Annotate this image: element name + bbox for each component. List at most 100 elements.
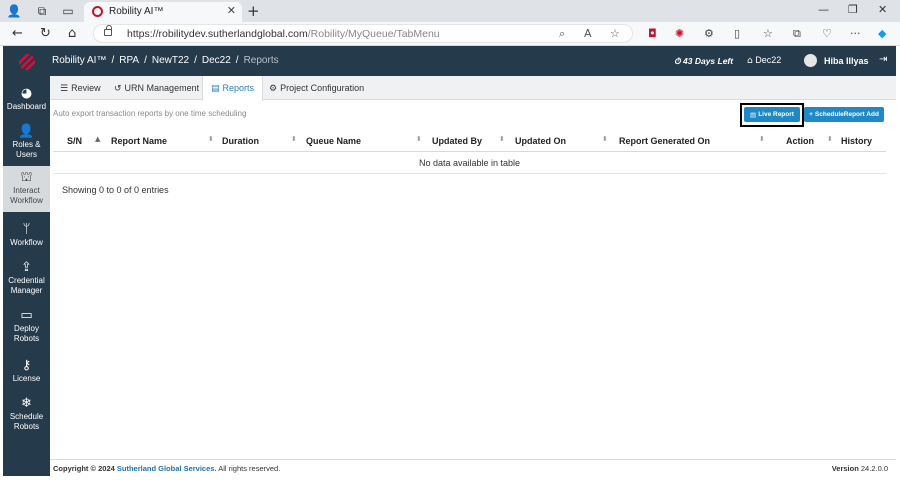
more-menu-icon[interactable]: ··· <box>850 27 861 40</box>
column-header-report-name[interactable]: Report Name <box>111 136 167 146</box>
lock-icon <box>104 25 112 36</box>
sidebar-item-label: Roles & Users <box>12 140 41 159</box>
clock-icon: ⏱ <box>674 57 681 67</box>
collections-icon[interactable]: ⧉ <box>793 27 801 41</box>
page-tabs: ☰ Review ↺ URN Management ▤ Reports ⚙ Projec… <box>50 76 896 101</box>
home-browser-icon[interactable]: ⌂ <box>68 26 76 41</box>
site-favicon-icon <box>92 6 103 17</box>
sidebar-item-workflow[interactable]: ᛘ Workflow <box>3 222 50 248</box>
zoom-icon[interactable]: ⌕ <box>559 27 565 41</box>
url-text: https://robilitydev.sutherlandglobal.com… <box>127 28 440 40</box>
tab-review[interactable]: ☰ Review <box>60 76 101 100</box>
breadcrumb-item[interactable]: NewT22 <box>152 55 189 66</box>
breadcrumb-current: Reports <box>243 55 279 66</box>
sidebar-item-label: Schedule Robots <box>9 412 44 431</box>
sort-icon[interactable]: ⬍ <box>208 135 214 143</box>
sort-icon[interactable]: ⬍ <box>602 135 608 143</box>
close-tab-icon[interactable]: ✕ <box>227 4 236 17</box>
upload-icon: ⇪ <box>21 260 32 275</box>
column-header-updated-on[interactable]: Updated On <box>515 136 566 146</box>
column-header-report-generated-on[interactable]: Report Generated On <box>619 136 710 146</box>
user-plus-icon: 👤 <box>18 124 35 139</box>
favorites-icon[interactable]: ☆ <box>763 27 773 40</box>
snowflake-icon: ❄ <box>21 396 32 411</box>
sidebar-item-license[interactable]: ⚷ License <box>3 358 50 384</box>
sort-icon[interactable]: ⬍ <box>291 135 297 143</box>
undo-icon: ↺ <box>114 84 122 94</box>
minimize-icon[interactable]: — <box>818 3 829 16</box>
home-project-link[interactable]: ⌂ Dec22 <box>747 55 781 66</box>
sort-icon[interactable]: ⬍ <box>416 135 422 143</box>
sidebar: ◕ Dashboard 👤 Roles & Users ⛫ Interact W… <box>3 46 50 476</box>
tab-project-configuration[interactable]: ⚙ Project Configuration <box>269 76 364 100</box>
sort-icon[interactable]: ⬍ <box>827 135 833 143</box>
tab-urn-management[interactable]: ↺ URN Management <box>114 76 199 100</box>
robility-extension-icon[interactable]: ✺ <box>675 27 684 40</box>
pie-chart-icon: ◕ <box>20 86 33 101</box>
column-header-updated-by[interactable]: Updated By <box>432 136 482 146</box>
browser-tab-title: Robility AI™ <box>109 6 164 17</box>
sidebar-item-label: Dashboard <box>6 102 47 111</box>
sidebar-item-deploy-robots[interactable]: ▭ Deploy Robots <box>3 308 50 344</box>
schedule-note: Auto export transaction reports by one t… <box>53 109 247 118</box>
browser-address-bar: ← ↻ ⌂ https://robilitydev.sutherlandglob… <box>0 22 900 46</box>
column-header-duration[interactable]: Duration <box>222 136 259 146</box>
sidebar-item-dashboard[interactable]: ◕ Dashboard <box>3 86 50 112</box>
empty-table-message: No data available in table <box>53 153 886 174</box>
breadcrumb-item[interactable]: Robility AI™ <box>52 55 106 66</box>
sidebar-item-interact-workflow[interactable]: ⛫ Interact Workflow <box>3 166 50 212</box>
profile-icon[interactable]: 👤 <box>6 3 22 19</box>
logout-icon[interactable]: ⇥ <box>879 54 887 65</box>
read-aloud-icon[interactable]: A <box>584 27 592 40</box>
user-name[interactable]: Hiba Illyas <box>824 56 869 66</box>
avatar[interactable] <box>804 54 817 67</box>
sidebar-item-schedule-robots[interactable]: ❄ Schedule Robots <box>3 396 50 432</box>
sidebar-item-credential-manager[interactable]: ⇪ Credential Manager <box>3 260 50 296</box>
column-header-history[interactable]: History <box>841 136 872 146</box>
sort-icon[interactable]: ⬍ <box>759 135 765 143</box>
column-header-sn[interactable]: S/N <box>67 136 82 146</box>
back-icon[interactable]: ← <box>12 26 23 41</box>
shield-extension-icon[interactable]: ◘ <box>648 27 657 40</box>
branch-icon: ᛘ <box>22 222 31 237</box>
restore-icon[interactable]: ❐ <box>848 3 858 16</box>
performance-icon[interactable]: ♡ <box>822 27 832 40</box>
column-header-queue-name[interactable]: Queue Name <box>306 136 361 146</box>
app-header: Robility AI™ / RPA / NewT22/Dec22/Reports ⏱ … <box>50 46 896 76</box>
extensions-icon[interactable]: ⚙ <box>704 27 714 40</box>
breadcrumb-item[interactable]: Dec22 <box>202 55 231 66</box>
refresh-icon[interactable]: ↻ <box>40 26 51 41</box>
report-icon: ▤ <box>211 84 220 94</box>
sidebar-item-label: Workflow <box>10 238 43 247</box>
robility-logo-icon <box>18 54 35 70</box>
split-screen-icon[interactable]: ▯ <box>734 27 740 40</box>
copilot-icon[interactable]: ◆ <box>878 27 886 40</box>
home-icon: ⌂ <box>747 56 753 66</box>
plus-icon: + <box>809 111 813 118</box>
window-close-icon[interactable]: ✕ <box>878 3 887 16</box>
monitor-icon: ▭ <box>20 308 33 323</box>
tab-reports[interactable]: ▤ Reports <box>202 76 264 101</box>
new-tab-icon[interactable]: + <box>247 2 260 20</box>
breadcrumb: Robility AI™ / RPA / NewT22/Dec22/Reports <box>52 55 279 66</box>
company-link[interactable]: Sutherland Global Services. <box>117 464 217 473</box>
url-input[interactable]: https://robilitydev.sutherlandglobal.com… <box>93 24 633 43</box>
schedule-report-add-button[interactable]: + ScheduleReport Add <box>804 107 884 122</box>
list-icon: ☰ <box>60 84 69 94</box>
sidebar-item-roles-users[interactable]: 👤 Roles & Users <box>3 124 50 160</box>
column-header-action[interactable]: Action <box>786 136 814 146</box>
copyright: Copyright © 2024 Sutherland Global Servi… <box>53 464 281 473</box>
license-days-left: ⏱ 43 Days Left <box>674 56 734 67</box>
sort-asc-icon[interactable]: ▲ <box>95 135 100 143</box>
workspaces-icon[interactable]: ⧉ <box>34 3 50 19</box>
sort-icon[interactable]: ⬍ <box>499 135 505 143</box>
gears-icon: ⚙ <box>269 84 278 94</box>
tab-actions-icon[interactable]: ▭ <box>60 3 76 19</box>
favorite-star-icon[interactable]: ☆ <box>610 27 620 40</box>
breadcrumb-item[interactable]: RPA <box>119 55 139 66</box>
sidebar-item-label: Interact Workflow <box>10 186 43 205</box>
report-icon: ▤ <box>750 110 757 119</box>
live-report-button[interactable]: ▤ Live Report <box>744 107 800 122</box>
robility-logo[interactable] <box>3 46 50 78</box>
browser-tab[interactable]: Robility AI™ ✕ <box>84 2 242 22</box>
